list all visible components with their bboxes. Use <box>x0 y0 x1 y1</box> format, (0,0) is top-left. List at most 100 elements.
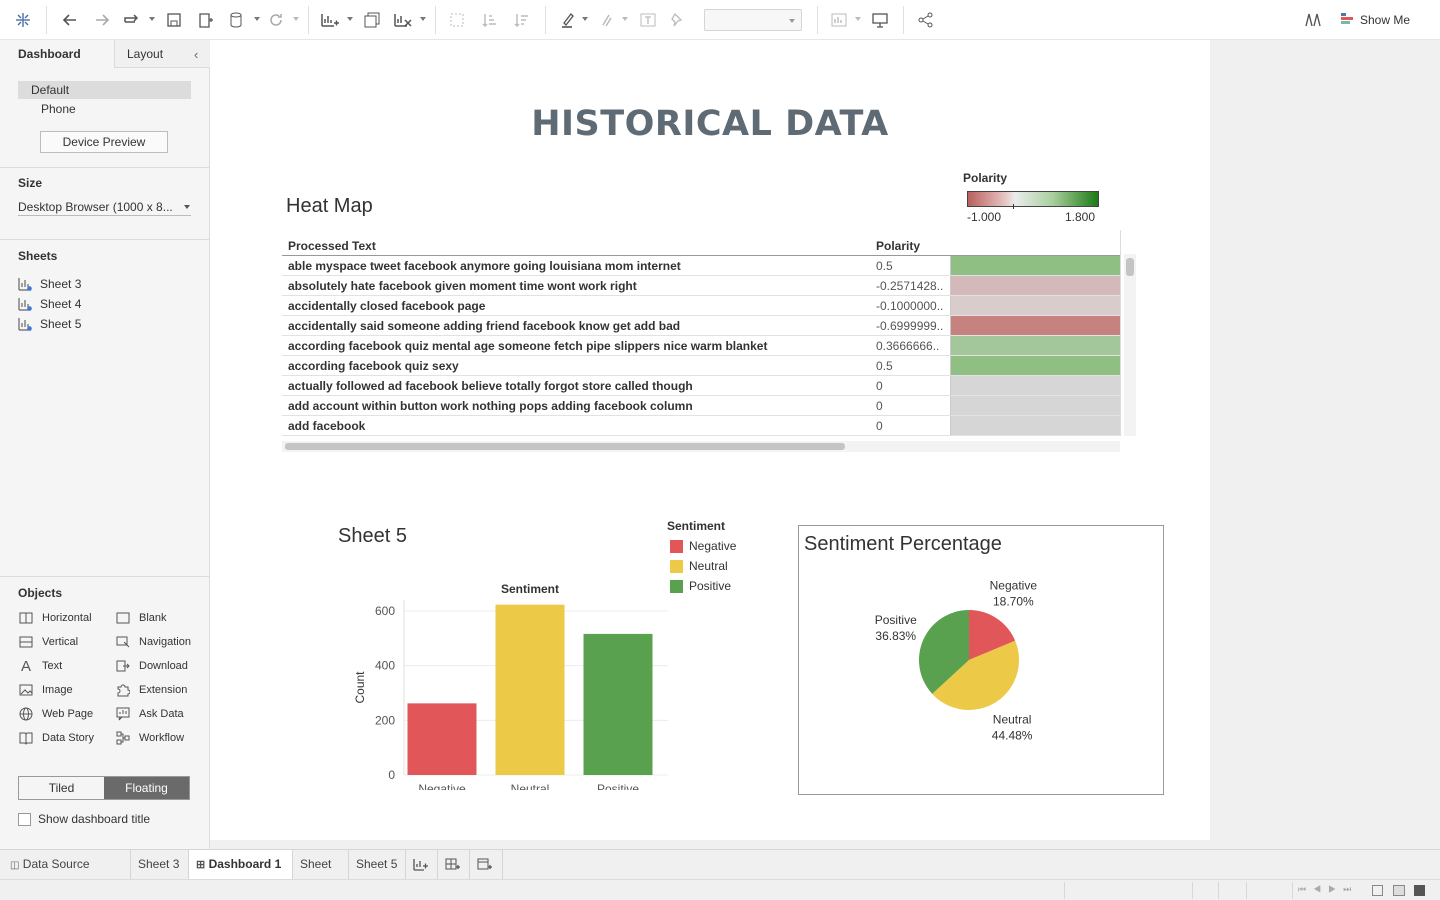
bar-neutral[interactable] <box>495 604 565 775</box>
object-extension[interactable]: Extension <box>115 682 187 698</box>
device-preview-button[interactable]: Device Preview <box>40 131 168 153</box>
swap-rows-columns-icon[interactable] <box>445 8 469 32</box>
sheet-item-sheet-3[interactable]: Sheet 3 <box>18 275 81 293</box>
object-ask-data[interactable]: Ask Data <box>115 706 184 722</box>
column-header-processed-text[interactable]: Processed Text <box>288 239 376 253</box>
heat-cell[interactable] <box>950 296 1120 315</box>
sheet-item-sheet-4[interactable]: Sheet 4 <box>18 295 81 313</box>
chevron-down-icon[interactable] <box>184 205 190 209</box>
object-download[interactable]: Download <box>115 658 188 674</box>
show-me-button[interactable]: Show Me <box>1340 11 1410 29</box>
new-worksheet-tab-icon[interactable] <box>406 850 438 880</box>
save-icon[interactable] <box>162 8 186 32</box>
pause-updates-icon[interactable] <box>225 8 249 32</box>
object-image[interactable]: Image <box>18 682 73 698</box>
view-data-icon[interactable] <box>1301 8 1325 32</box>
tab-view-icon[interactable] <box>1414 885 1425 896</box>
heat-cell[interactable] <box>950 276 1120 295</box>
table-row[interactable]: accidentally closed facebook page -0.1000… <box>282 296 1120 316</box>
object-vertical[interactable]: Vertical <box>18 634 78 650</box>
object-text[interactable]: A Text <box>18 658 62 675</box>
table-row[interactable]: accidentally said someone adding friend … <box>282 316 1120 336</box>
legend-item-positive[interactable]: Positive <box>670 578 731 594</box>
object-web-page[interactable]: Web Page <box>18 706 93 722</box>
tableau-logo-icon[interactable] <box>11 8 35 32</box>
page-nav-icons[interactable]: ⏮◀▶⏭ <box>1298 884 1358 895</box>
group-members-icon[interactable] <box>594 8 618 32</box>
horizontal-scrollbar-thumb[interactable] <box>285 443 845 450</box>
blank-icon <box>115 610 131 626</box>
object-workflow[interactable]: Workflow <box>115 730 184 746</box>
heat-cell[interactable] <box>950 336 1120 355</box>
heat-cell[interactable] <box>950 356 1120 375</box>
duplicate-sheet-icon[interactable] <box>360 8 384 32</box>
sort-descending-icon[interactable] <box>510 8 534 32</box>
tab-sheet-4[interactable]: Sheet 4 <box>293 850 349 900</box>
sheet-item-label: Sheet 5 <box>40 317 82 331</box>
y-tick-label: 600 <box>375 604 395 618</box>
tab-dashboard-1[interactable]: ⊞ Dashboard 1 <box>189 850 293 880</box>
heat-cell[interactable] <box>950 316 1120 335</box>
highlight-icon[interactable] <box>556 8 580 32</box>
new-worksheet-icon[interactable] <box>318 8 342 32</box>
show-mark-labels-icon[interactable] <box>636 8 660 32</box>
table-row[interactable]: actually followed ad facebook believe to… <box>282 376 1120 396</box>
vertical-scrollbar-thumb[interactable] <box>1126 258 1134 276</box>
sentiment-pie-chart[interactable]: Negative 18.70% Neutral 44.48% Positive 36.83… <box>799 566 1163 794</box>
refresh-icon[interactable] <box>264 8 288 32</box>
show-cards-icon[interactable] <box>828 8 852 32</box>
collapse-panel-icon[interactable]: ‹ <box>194 47 198 62</box>
heat-cell[interactable] <box>950 256 1120 275</box>
table-row[interactable]: add account within button work nothing p… <box>282 396 1120 416</box>
replay-icon[interactable] <box>120 8 144 32</box>
tab-sheet-5[interactable]: Sheet 5 <box>349 850 406 880</box>
device-default[interactable]: Default <box>18 81 191 99</box>
table-row[interactable]: able myspace tweet facebook anymore goin… <box>282 256 1120 276</box>
show-dashboard-title-option[interactable]: Show dashboard title <box>18 812 150 826</box>
heat-cell[interactable] <box>950 376 1120 395</box>
presentation-mode-icon[interactable] <box>868 8 892 32</box>
new-dashboard-tab-icon[interactable] <box>438 850 470 880</box>
bar-negative[interactable] <box>407 703 477 775</box>
sort-ascending-icon[interactable] <box>478 8 502 32</box>
share-icon[interactable] <box>914 8 938 32</box>
table-row[interactable]: add facebook 0 <box>282 416 1120 436</box>
object-horizontal[interactable]: Horizontal <box>18 610 92 626</box>
navigation-icon <box>115 634 131 650</box>
tab-sheet-3[interactable]: Sheet 3 <box>131 850 189 880</box>
new-story-tab-icon[interactable] <box>470 850 503 880</box>
fit-select[interactable] <box>704 9 802 31</box>
table-row[interactable]: absolutely hate facebook given moment ti… <box>282 276 1120 296</box>
tiled-floating-toggle[interactable]: Tiled Floating <box>18 776 190 800</box>
grid-view-icon[interactable] <box>1372 885 1383 896</box>
fix-axes-icon[interactable] <box>666 8 690 32</box>
table-row[interactable]: according facebook quiz mental age someo… <box>282 336 1120 356</box>
filmstrip-view-icon[interactable] <box>1393 885 1405 896</box>
heat-cell[interactable] <box>950 416 1120 435</box>
sheets-section-title: Sheets <box>18 249 58 263</box>
heat-cell[interactable] <box>950 396 1120 415</box>
show-title-checkbox[interactable] <box>18 812 31 826</box>
bar-positive[interactable] <box>583 633 653 775</box>
legend-item-negative[interactable]: Negative <box>670 538 736 554</box>
redo-icon[interactable] <box>90 8 114 32</box>
undo-icon[interactable] <box>58 8 82 32</box>
object-data-story[interactable]: Data Story <box>18 730 94 746</box>
column-header-polarity[interactable]: Polarity <box>876 239 920 253</box>
tab-data-source[interactable]: ◫ Data Source <box>0 850 131 880</box>
new-data-source-icon[interactable] <box>194 8 218 32</box>
floating-button[interactable]: Floating <box>104 777 189 799</box>
size-select[interactable]: Desktop Browser (1000 x 8... <box>18 198 191 216</box>
vertical-scrollbar-track[interactable] <box>1124 254 1136 436</box>
legend-item-neutral[interactable]: Neutral <box>670 558 728 574</box>
device-phone[interactable]: Phone <box>41 101 76 117</box>
tab-dashboard[interactable]: Dashboard <box>0 40 114 68</box>
tiled-button[interactable]: Tiled <box>19 777 104 799</box>
object-navigation[interactable]: Navigation <box>115 634 191 650</box>
polarity-color-legend[interactable] <box>967 191 1099 207</box>
table-row[interactable]: according facebook quiz sexy 0.5 <box>282 356 1120 376</box>
sheet-item-sheet-5[interactable]: Sheet 5 <box>18 315 81 333</box>
clear-sheet-icon[interactable] <box>391 8 415 32</box>
sentiment-bar-chart[interactable]: Sentiment 0 200 400 600 Count Negative Neutral P… <box>338 560 678 790</box>
object-blank[interactable]: Blank <box>115 610 167 626</box>
